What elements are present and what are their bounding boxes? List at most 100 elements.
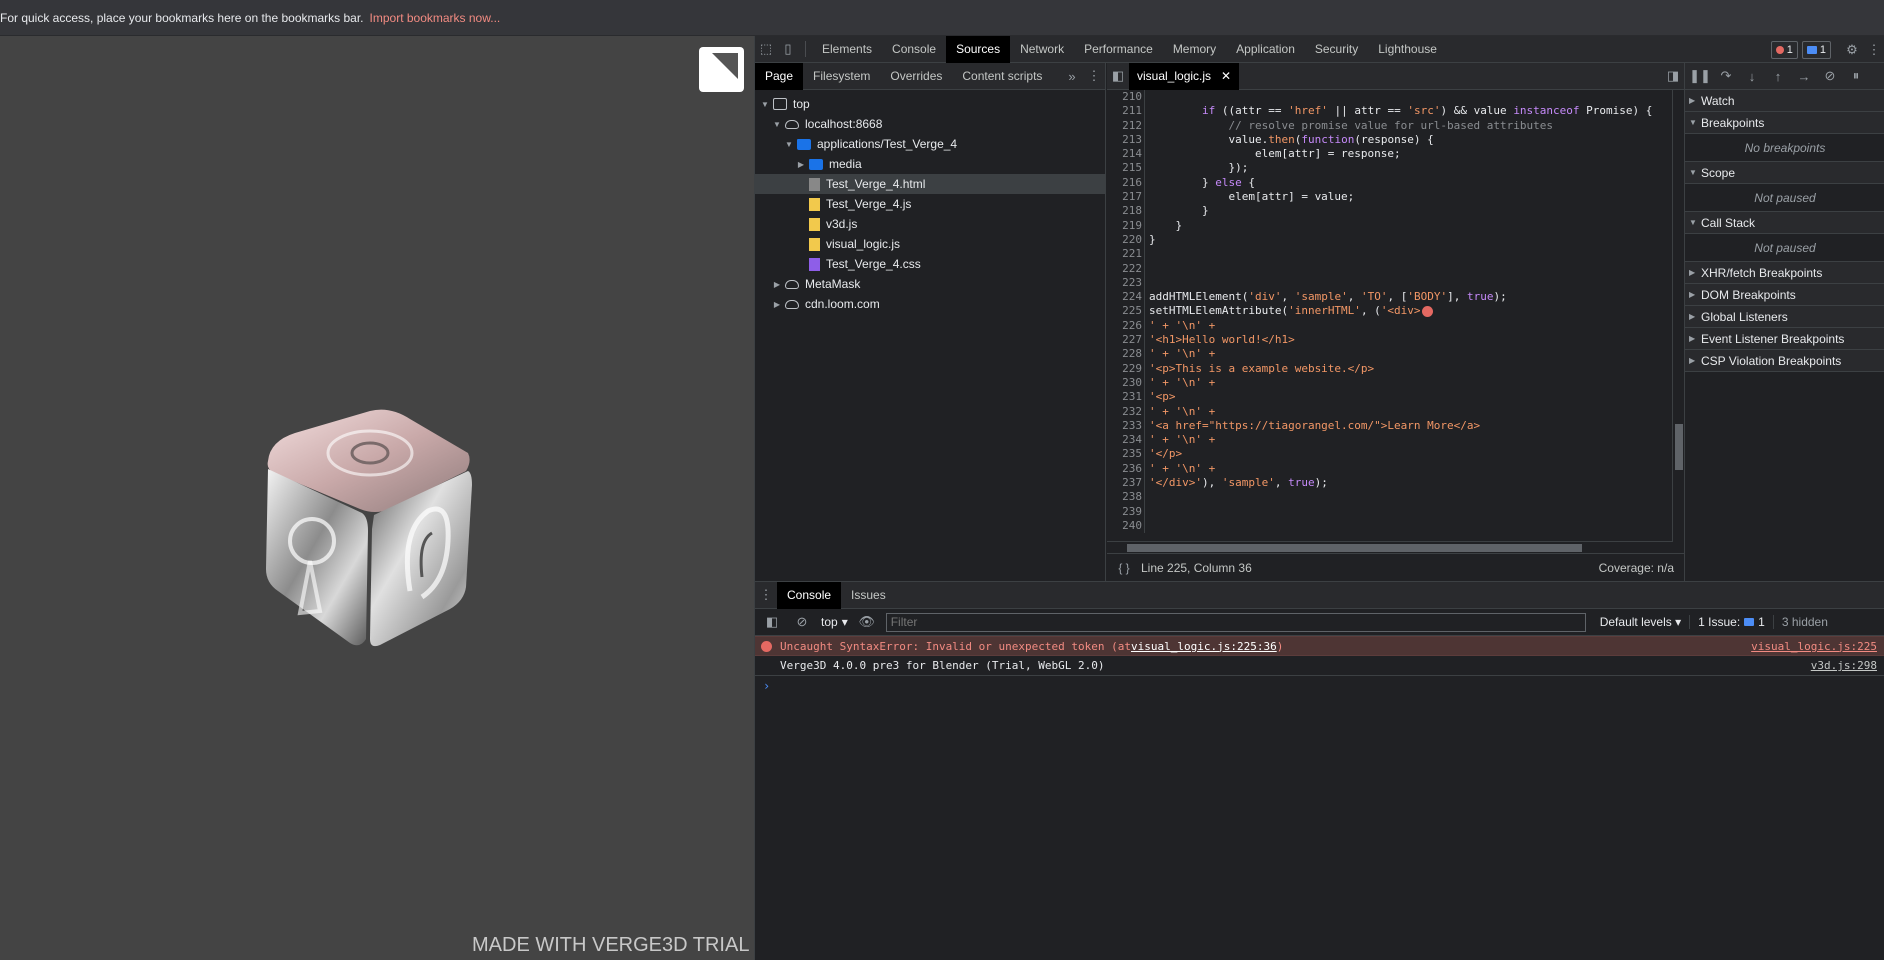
editor-horizontal-scrollbar[interactable] [1107,541,1672,553]
step-into-icon[interactable]: ↓ [1741,65,1763,87]
tab-console[interactable]: Console [882,36,946,63]
sidebar-toggle-icon[interactable]: ◧ [761,611,783,633]
message-source-link[interactable]: visual_logic.js:225 [1751,640,1884,653]
pane-title: Breakpoints [1701,115,1765,130]
pane-xhr-breakpoints[interactable]: ▶ XHR/fetch Breakpoints [1685,262,1884,284]
code-line: 215 }); [1107,161,1672,176]
pane-csp-violation-breakpoints[interactable]: ▶ CSP Violation Breakpoints [1685,350,1884,372]
cloud-icon [785,299,799,309]
deactivate-breakpoints-icon[interactable]: ⊘ [1819,65,1841,87]
pause-icon[interactable]: ❚❚ [1689,65,1711,87]
code-line: 223 [1107,275,1672,291]
scrollbar-thumb[interactable] [1675,424,1683,470]
tab-elements[interactable]: Elements [812,36,882,63]
tree-item-media[interactable]: ▶ media [755,154,1105,174]
toggle-navigator-icon[interactable]: ◧ [1107,65,1129,87]
pane-event-listener-breakpoints[interactable]: ▶ Event Listener Breakpoints [1685,328,1884,350]
more-options-icon[interactable]: ⋮ [1863,39,1884,61]
console-filter-input[interactable] [885,612,1586,632]
chevron-double-right-icon[interactable]: » [1061,65,1083,87]
pane-title: Global Listeners [1701,309,1788,324]
tree-item-cdn-loom[interactable]: ▶ cdn.loom.com [755,294,1105,314]
editor-tab-visual-logic[interactable]: visual_logic.js ✕ [1129,62,1240,90]
drawer-tab-issues[interactable]: Issues [841,582,896,609]
inspect-element-icon[interactable]: ⬚ [755,38,777,60]
tab-lighthouse[interactable]: Lighthouse [1368,36,1447,63]
log-levels-dropdown[interactable]: Default levels ▾ [1600,615,1681,629]
tree-item-label: cdn.loom.com [805,297,880,311]
tab-network[interactable]: Network [1010,36,1074,63]
code-line: 220} [1107,232,1672,248]
cloud-icon [785,279,799,289]
pane-scope[interactable]: ▼ Scope [1685,162,1884,184]
error-text-end: ) [1276,639,1284,653]
fullscreen-icon [712,53,738,79]
tree-item-localhost[interactable]: ▼ localhost:8668 [755,114,1105,134]
editor-tabs: ◧ visual_logic.js ✕ ◨ [1107,62,1684,90]
clear-console-icon[interactable]: ⊘ [791,611,813,633]
message-count-badge[interactable]: 1 [1801,40,1831,59]
device-toolbar-icon[interactable]: ▯ [777,38,799,60]
tree-item-js-file[interactable]: Test_Verge_4.js [755,194,1105,214]
collapsed-arrow-icon: ▶ [1689,312,1696,321]
syntax-error-icon[interactable] [1421,305,1433,317]
close-tab-icon[interactable]: ✕ [1221,63,1231,90]
pane-breakpoints[interactable]: ▼ Breakpoints [1685,112,1884,134]
editor-vertical-scrollbar[interactable] [1672,90,1684,542]
code-area[interactable]: 210 211 if ((attr == 'href' || attr == '… [1107,90,1672,540]
nav-tab-overrides[interactable]: Overrides [880,63,952,90]
scrollbar-thumb[interactable] [1127,544,1582,552]
console-prompt[interactable]: › [755,676,1884,696]
drawer-menu-icon[interactable]: ⋮ [755,584,777,606]
pane-watch[interactable]: ▶ Watch [1685,90,1884,112]
live-expression-eye-icon[interactable]: 👁 [856,611,878,633]
pause-on-exceptions-icon[interactable]: ⏸ [1845,65,1867,87]
cloud-icon [785,119,799,129]
console-toolbar: ◧ ⊘ top ▾ 👁 Default levels ▾ 1 Issue: 1 … [755,609,1884,636]
step-icon[interactable]: → [1793,65,1815,87]
devtools-main-tabbar: ⬚ ▯ Elements Console Sources Network Per… [755,36,1884,63]
tab-sources[interactable]: Sources [946,36,1011,63]
context-selector[interactable]: top ▾ [821,615,848,629]
folder-icon [797,138,811,150]
pane-title: DOM Breakpoints [1701,287,1796,302]
devtools-panel: ⬚ ▯ Elements Console Sources Network Per… [754,36,1884,960]
navigator-tabs: Page Filesystem Overrides Content script… [755,62,1105,90]
navigator-menu-icon[interactable]: ⋮ [1083,65,1105,87]
message-source-link[interactable]: v3d.js:298 [1811,659,1884,672]
pane-dom-breakpoints[interactable]: ▶ DOM Breakpoints [1685,284,1884,306]
error-location-link[interactable]: visual_logic.js:225:36 [1131,640,1277,653]
pane-global-listeners[interactable]: ▶ Global Listeners [1685,306,1884,328]
step-over-icon[interactable]: ↷ [1715,65,1737,87]
issues-badge[interactable]: 1 Issue: 1 [1689,615,1765,629]
toggle-debugger-icon[interactable]: ◨ [1662,65,1684,87]
code-line: 218 } [1107,204,1672,219]
nav-tab-content-scripts[interactable]: Content scripts [952,63,1052,90]
nav-tab-filesystem[interactable]: Filesystem [803,63,880,90]
tab-application[interactable]: Application [1226,36,1305,63]
pretty-print-icon[interactable]: { } [1107,561,1141,575]
issues-count: 1 [1758,615,1765,629]
tree-item-app-folder[interactable]: ▼ applications/Test_Verge_4 [755,134,1105,154]
import-bookmarks-link[interactable]: Import bookmarks now... [370,11,501,25]
settings-gear-icon[interactable]: ⚙ [1841,39,1863,61]
tree-item-html-file[interactable]: Test_Verge_4.html [755,174,1105,194]
tab-security[interactable]: Security [1305,36,1368,63]
step-out-icon[interactable]: ↑ [1767,65,1789,87]
code-line: 216 } else { [1107,175,1672,191]
fullscreen-button[interactable] [699,47,744,92]
pane-call-stack[interactable]: ▼ Call Stack [1685,212,1884,234]
tree-item-top[interactable]: ▼ top [755,94,1105,114]
error-count-badge[interactable]: 1 [1770,40,1798,59]
verge3d-viewport[interactable]: MADE WITH VERGE3D TRIAL [0,36,754,960]
console-error-message: Uncaught SyntaxError: Invalid or unexpec… [755,636,1884,656]
tree-item-metamask[interactable]: ▶ MetaMask [755,274,1105,294]
drawer-tab-console[interactable]: Console [777,581,842,609]
nav-tab-page[interactable]: Page [755,62,804,90]
tab-memory[interactable]: Memory [1163,36,1226,63]
tab-performance[interactable]: Performance [1074,36,1163,63]
sources-navigator: Page Filesystem Overrides Content script… [755,62,1106,581]
tree-item-visual-logic-js[interactable]: visual_logic.js [755,234,1105,254]
tree-item-css-file[interactable]: Test_Verge_4.css [755,254,1105,274]
tree-item-v3d-js[interactable]: v3d.js [755,214,1105,234]
